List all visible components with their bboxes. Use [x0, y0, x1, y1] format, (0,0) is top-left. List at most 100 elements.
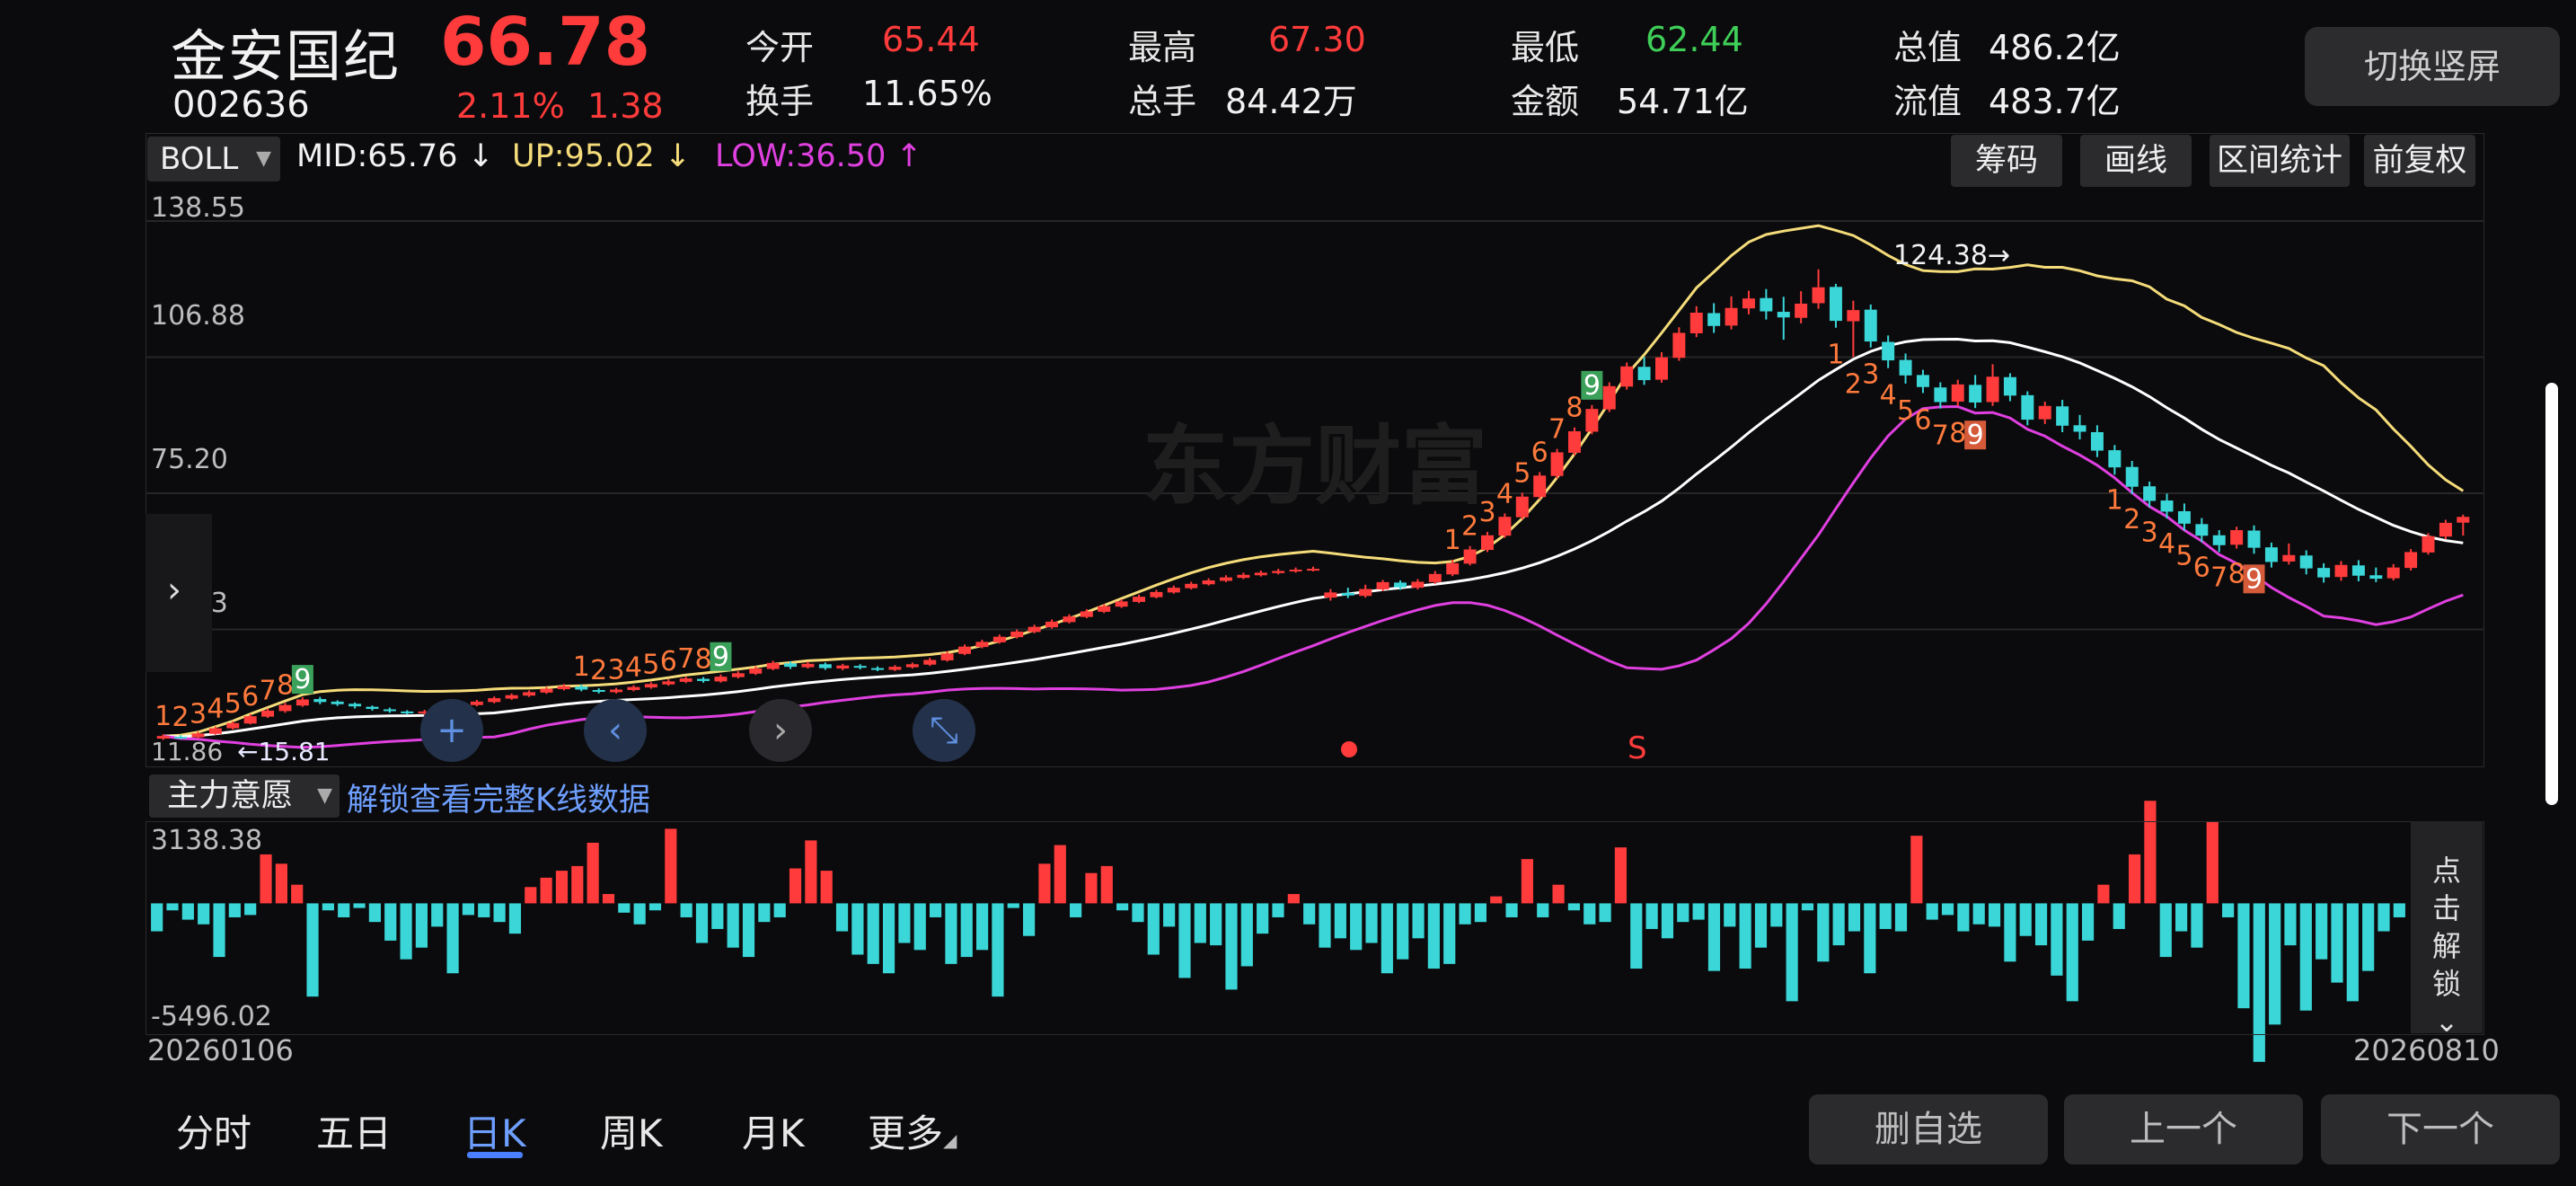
candle-body — [1916, 375, 1929, 387]
seq-count-label: 3 — [1478, 497, 1495, 528]
candle-body — [278, 704, 292, 712]
seq-count-label: 4 — [207, 694, 224, 725]
seq-count-label: 5 — [1513, 457, 1531, 489]
candle-body — [1725, 307, 1738, 326]
candle-body — [383, 709, 396, 712]
candle-body — [1760, 297, 1773, 312]
boll-mid-line — [163, 337, 2464, 739]
candle-body — [2457, 517, 2470, 523]
zoom-in-icon[interactable]: + — [420, 699, 483, 762]
candle-body — [1394, 582, 1407, 588]
candle-body — [801, 663, 815, 668]
tap-unlock-button[interactable]: 点 击 解 锁 ⌄ — [2411, 821, 2483, 1039]
scrollbar[interactable] — [2545, 383, 2558, 805]
candle-body — [1289, 570, 1302, 572]
candle-body — [1446, 562, 1460, 575]
seq-count-label: 5 — [1897, 395, 1914, 427]
candle-body — [2351, 565, 2365, 576]
candle-body — [697, 678, 710, 681]
seq-count-label: 6 — [242, 681, 259, 712]
seq-count-label: 8 — [1566, 393, 1583, 424]
sub-max-label: 3138.38 — [151, 825, 263, 856]
expand-left-panel[interactable]: › — [146, 514, 212, 672]
candle-body — [2369, 575, 2383, 580]
candle-body — [1899, 359, 1912, 376]
candle-body — [2422, 535, 2435, 553]
candle-body — [575, 686, 588, 690]
candle-body — [871, 668, 885, 670]
unlock-full-kline-link[interactable]: 解锁查看完整K线数据 — [347, 774, 650, 820]
seq-count-label: 3 — [2141, 518, 2158, 549]
candle-body — [1847, 310, 1860, 322]
candle-body — [1150, 591, 1163, 597]
candle-body — [2003, 376, 2016, 396]
candle-body — [488, 698, 501, 703]
candle-body — [1254, 572, 1267, 576]
candle-body — [592, 689, 605, 692]
candle-body — [940, 653, 954, 660]
candle-body — [784, 663, 798, 668]
candle-body — [1533, 475, 1547, 498]
candle-body — [366, 706, 379, 710]
candle-body — [1934, 387, 1947, 403]
collapse-icon[interactable]: ⤡ — [913, 699, 975, 762]
chevron-right-icon: › — [167, 570, 181, 611]
candle-body — [975, 642, 989, 648]
candle-body — [2160, 500, 2174, 512]
next-stock-button[interactable]: 下一个 — [2321, 1094, 2560, 1164]
candle-body — [1829, 287, 1842, 322]
candle-body — [2108, 450, 2122, 468]
seq-count-label: 5 — [2175, 541, 2192, 572]
sub-chart-frame[interactable] — [146, 821, 2484, 1035]
tab-weekly-k[interactable]: 周K — [600, 1103, 663, 1158]
candle-body — [2282, 554, 2296, 562]
tab-more[interactable]: 更多◢ — [868, 1103, 957, 1158]
candle-body — [1498, 517, 1512, 536]
signal-dot — [1341, 741, 1357, 757]
seq-count-label: 9 — [1967, 420, 1984, 451]
sub-indicator-select[interactable]: 主力意愿 ▼ — [149, 774, 340, 818]
candle-body — [1428, 573, 1442, 582]
candle-body — [1115, 601, 1128, 607]
candle-body — [1777, 312, 1790, 318]
candle-body — [1986, 376, 1999, 403]
candle-body — [1602, 385, 1616, 410]
seq-count-label: 5 — [225, 688, 242, 720]
candle-body — [1951, 384, 1964, 403]
seq-count-label: 9 — [2245, 563, 2263, 595]
candle-body — [1307, 569, 1319, 571]
candle-body — [540, 688, 553, 693]
tab-intraday[interactable]: 分时 — [176, 1103, 251, 1158]
candle-body — [2143, 486, 2157, 501]
candle-body — [749, 668, 763, 674]
candle-body — [853, 666, 867, 668]
seq-count-label: 2 — [1461, 511, 1478, 543]
scroll-right-icon[interactable]: › — [749, 699, 812, 762]
candle-body — [401, 711, 414, 713]
unlock-char: 解 — [2431, 929, 2461, 963]
seq-count-label: 1 — [1827, 340, 1844, 371]
tab-five-day[interactable]: 五日 — [316, 1103, 392, 1158]
candle-body — [1481, 535, 1494, 551]
candle-body — [523, 692, 536, 696]
previous-stock-button[interactable]: 上一个 — [2064, 1094, 2303, 1164]
candle-body — [1689, 312, 1703, 333]
scroll-left-icon[interactable]: ‹ — [584, 699, 647, 762]
seq-count-label: 3 — [190, 698, 207, 730]
candle-body — [1098, 606, 1111, 612]
remove-watchlist-button[interactable]: 删自选 — [1809, 1094, 2048, 1164]
candle-body — [1864, 309, 1877, 342]
candle-body — [610, 689, 623, 693]
candle-body — [2125, 466, 2139, 487]
candle-body — [2021, 394, 2034, 420]
unlock-char: 击 — [2431, 891, 2461, 925]
candle-body — [2264, 547, 2278, 562]
tab-daily-k[interactable]: 日K — [463, 1103, 526, 1158]
tab-monthly-k[interactable]: 月K — [742, 1103, 805, 1158]
candle-body — [2230, 530, 2244, 545]
candle-body — [905, 664, 919, 668]
seq-count-label: 2 — [590, 655, 607, 686]
high-marker-label: 124.38→ — [1893, 240, 2010, 271]
seq-count-label: 7 — [677, 643, 694, 675]
seq-count-label: 4 — [1880, 380, 1897, 412]
